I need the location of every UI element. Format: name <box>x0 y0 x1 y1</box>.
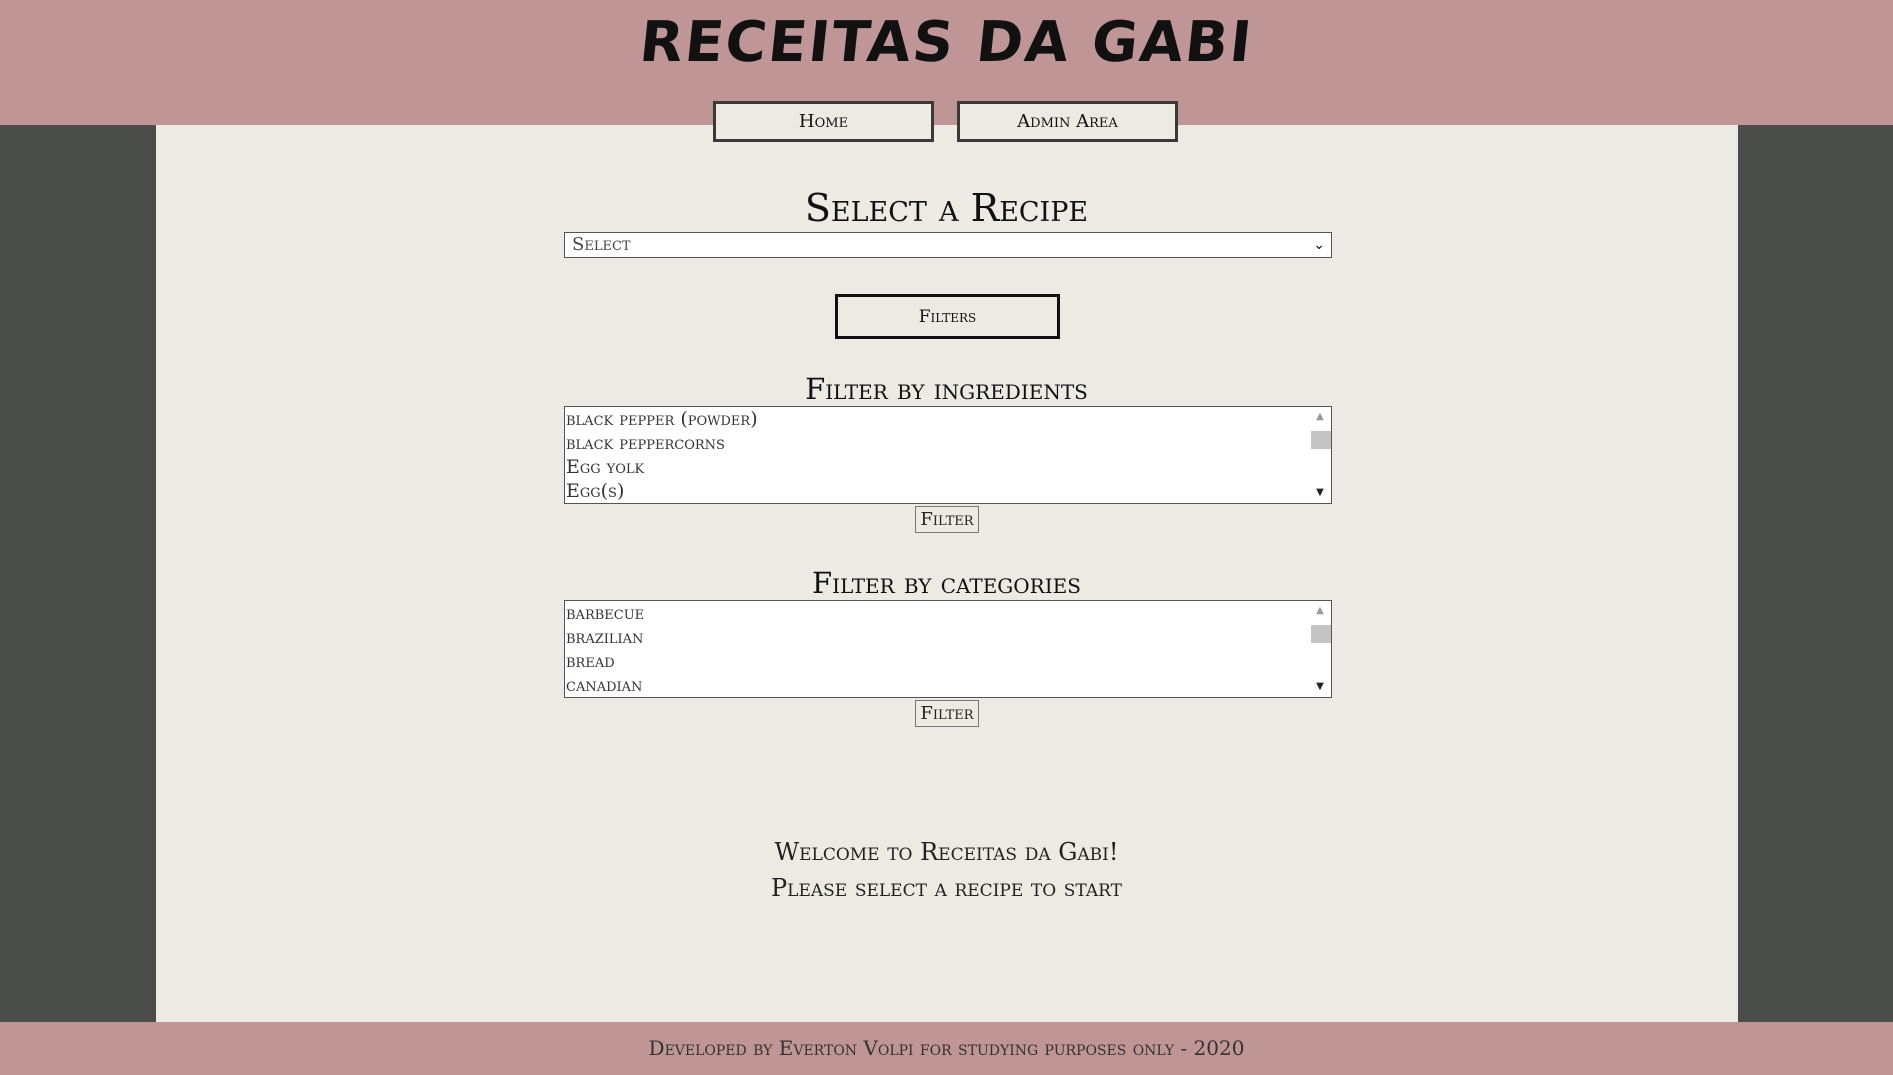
filters-button[interactable]: Filters <box>835 294 1060 339</box>
list-item[interactable]: brazilian <box>565 625 1331 649</box>
scroll-up-arrow-icon[interactable]: ▲ <box>1309 603 1331 619</box>
recipe-select-value: Select <box>572 234 631 255</box>
scroll-down-arrow-icon[interactable]: ▼ <box>1309 679 1331 695</box>
nav-admin-area-button[interactable]: Admin Area <box>957 101 1178 142</box>
list-item[interactable]: Egg(s) <box>565 479 1331 503</box>
list-item[interactable]: barbecue <box>565 601 1331 625</box>
ingredients-listbox[interactable]: black pepper (powder) black peppercorns … <box>564 406 1332 504</box>
site-header: RECEITAS DA GABI <box>0 0 1893 125</box>
ingredients-filter-title: Filter by ingredients <box>805 372 1088 406</box>
scrollbar[interactable]: ▲ ▼ <box>1309 407 1331 503</box>
scrollbar-thumb[interactable] <box>1311 625 1331 643</box>
scroll-up-arrow-icon[interactable]: ▲ <box>1309 409 1331 425</box>
list-item[interactable]: black pepper (powder) <box>565 407 1331 431</box>
welcome-instruction: Please select a recipe to start <box>771 874 1122 902</box>
list-item[interactable]: Egg yolk <box>565 455 1331 479</box>
nav-home-button[interactable]: Home <box>713 101 934 142</box>
footer-credit: Developed by Everton Volpi for studying … <box>648 1036 1245 1060</box>
chevron-down-icon: ⌄ <box>1313 237 1325 253</box>
site-footer: Developed by Everton Volpi for studying … <box>0 1022 1893 1075</box>
welcome-message: Welcome to Receitas da Gabi! <box>774 838 1119 866</box>
scrollbar-thumb[interactable] <box>1311 431 1331 449</box>
list-item[interactable]: bread <box>565 649 1331 673</box>
list-item[interactable]: canadian <box>565 673 1331 697</box>
scroll-down-arrow-icon[interactable]: ▼ <box>1309 485 1331 501</box>
filter-categories-button[interactable]: Filter <box>915 700 979 727</box>
categories-filter-title: Filter by categories <box>812 566 1081 600</box>
scrollbar[interactable]: ▲ ▼ <box>1309 601 1331 697</box>
categories-listbox[interactable]: barbecue brazilian bread canadian ▲ ▼ <box>564 600 1332 698</box>
list-item[interactable]: black peppercorns <box>565 431 1331 455</box>
select-recipe-title: Select a Recipe <box>804 186 1089 230</box>
site-title: RECEITAS DA GABI <box>636 10 1257 75</box>
filter-ingredients-button[interactable]: Filter <box>915 506 979 533</box>
recipe-select[interactable]: Select ⌄ <box>564 232 1332 258</box>
